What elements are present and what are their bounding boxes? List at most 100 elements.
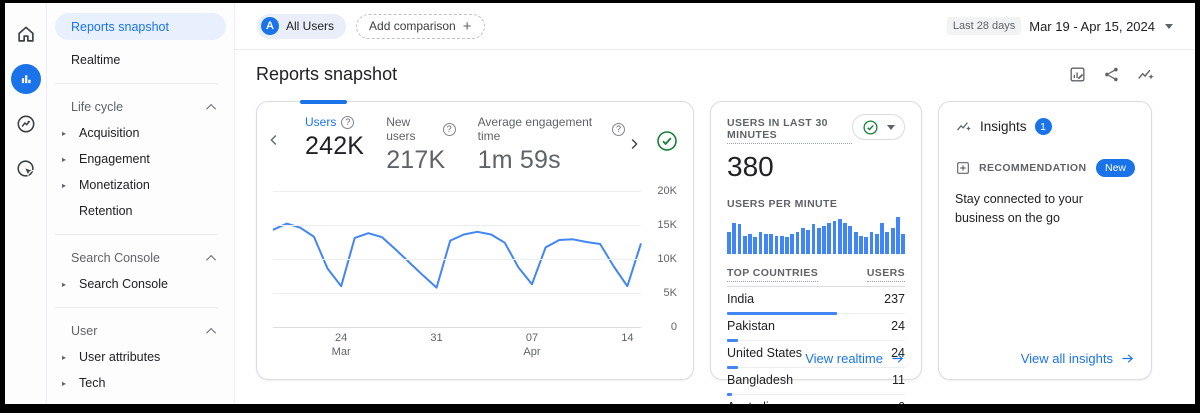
minute-bar[interactable] [901, 234, 905, 254]
minute-bar[interactable] [859, 236, 863, 255]
minute-bar[interactable] [764, 234, 768, 254]
arrow-right-icon [1120, 351, 1135, 366]
minute-bar[interactable] [806, 230, 810, 254]
minute-bar[interactable] [885, 232, 889, 254]
insights-icon [955, 118, 972, 135]
line-chart-xlabels: 24Mar3107Apr14 [273, 332, 641, 362]
home-icon[interactable] [11, 19, 41, 49]
minute-bar[interactable] [817, 228, 821, 254]
minute-bar[interactable] [833, 221, 837, 254]
metric-users[interactable]: Users? 242K [305, 115, 364, 161]
country-name: India [727, 292, 754, 306]
minute-bar[interactable] [775, 236, 779, 255]
minute-bar[interactable] [801, 228, 805, 254]
realtime-status-dropdown[interactable] [852, 114, 905, 140]
view-realtime-link[interactable]: View realtime [805, 351, 905, 366]
x-tick-label: 24Mar [332, 332, 351, 360]
users-per-minute-label: USERS PER MINUTE [727, 198, 905, 210]
minute-bar[interactable] [743, 236, 747, 255]
reports-icon[interactable] [11, 64, 41, 94]
minute-bar[interactable] [880, 223, 884, 254]
sidebar-item-search-console[interactable]: ▸Search Console [47, 271, 234, 297]
recommendation-label: RECOMMENDATION [979, 162, 1086, 174]
sidebar-section-search-console[interactable]: Search Console [47, 245, 234, 271]
minute-bar[interactable] [769, 234, 773, 254]
y-tick-label: 0 [671, 321, 677, 333]
chevron-left-icon[interactable] [265, 131, 283, 149]
country-row: Australia6 [727, 395, 905, 404]
insights-icon[interactable] [1136, 65, 1155, 84]
minute-bar[interactable] [748, 234, 752, 254]
insights-title: Insights [980, 119, 1027, 134]
sidebar-item-tech[interactable]: ▸ Tech [47, 370, 234, 396]
minute-bar[interactable] [848, 226, 852, 254]
explore-icon[interactable] [11, 109, 41, 139]
caret-down-icon [887, 125, 895, 130]
main-area: A All Users Add comparison + Last 28 day… [235, 3, 1195, 404]
sidebar-divider [55, 234, 218, 235]
minute-bar[interactable] [812, 224, 816, 254]
sidebar-item-engagement[interactable]: ▸Engagement [47, 146, 234, 172]
minute-bar[interactable] [780, 236, 784, 255]
date-range-text: Mar 19 - Apr 15, 2024 [1029, 19, 1155, 34]
all-users-chip[interactable]: A All Users [257, 14, 346, 39]
minute-bar[interactable] [864, 237, 868, 254]
top-countries-column: TOP COUNTRIES [727, 267, 818, 282]
sidebar-item-retention[interactable]: Retention [47, 198, 234, 224]
new-badge: New [1096, 159, 1135, 177]
metric-new-users[interactable]: New users? 217K [386, 115, 455, 175]
metric-avg-engagement-time[interactable]: Average engagement time? 1m 59s [478, 115, 625, 175]
add-comparison-button[interactable]: Add comparison + [356, 14, 484, 39]
help-icon[interactable]: ? [612, 123, 625, 136]
insight-body-text[interactable]: Stay connected to your business on the g… [955, 190, 1135, 229]
data-quality-icon[interactable] [655, 129, 679, 158]
x-tick-label: 07Apr [523, 332, 540, 360]
share-icon[interactable] [1102, 65, 1121, 84]
sidebar-item-label: Retention [79, 204, 133, 218]
minute-bar[interactable] [738, 224, 742, 254]
minute-bar[interactable] [896, 217, 900, 254]
minute-bar[interactable] [759, 232, 763, 254]
users-per-minute-bars[interactable] [727, 217, 905, 254]
minute-bar[interactable] [753, 237, 757, 254]
minute-bar[interactable] [875, 234, 879, 254]
sidebar-section-life-cycle[interactable]: Life cycle [47, 94, 234, 120]
content: Reports snapshot [235, 50, 1195, 404]
recommendation-row[interactable]: RECOMMENDATION New [955, 159, 1135, 177]
minute-bar[interactable] [790, 234, 794, 254]
sidebar-item-acquisition[interactable]: ▸Acquisition [47, 120, 234, 146]
top-countries-header: TOP COUNTRIES USERS [727, 267, 905, 287]
date-range-picker[interactable]: Last 28 days Mar 19 - Apr 15, 2024 [947, 17, 1173, 35]
minute-bar[interactable] [870, 232, 874, 254]
sidebar-section-user[interactable]: User [47, 318, 234, 344]
minute-bar[interactable] [796, 232, 800, 254]
sidebar-item-label: Tech [79, 376, 105, 390]
sidebar-item-monetization[interactable]: ▸Monetization [47, 172, 234, 198]
ga4-window: Reports snapshot Realtime Life cycle▸Acq… [0, 0, 1200, 413]
y-tick-label: 5K [664, 287, 677, 299]
minute-bar[interactable] [854, 232, 858, 254]
minute-bar[interactable] [838, 219, 842, 254]
minute-bar[interactable] [827, 223, 831, 254]
minute-bar[interactable] [727, 232, 731, 254]
minute-bar[interactable] [843, 223, 847, 254]
minute-bar[interactable] [891, 228, 895, 254]
minute-bar[interactable] [732, 223, 736, 254]
expand-arrow-icon: ▸ [57, 379, 71, 388]
sidebar-item-user-attributes[interactable]: ▸User attributes [47, 344, 234, 370]
help-icon[interactable]: ? [341, 116, 354, 129]
advertising-icon[interactable] [11, 154, 41, 184]
sidebar-item-reports-snapshot[interactable]: Reports snapshot [55, 13, 226, 40]
sidebar-sections: Life cycle▸Acquisition▸Engagement▸Moneti… [47, 83, 234, 396]
sidebar-item-realtime[interactable]: Realtime [47, 46, 234, 73]
metric-label: Users [305, 115, 336, 129]
help-icon[interactable]: ? [443, 123, 456, 136]
customize-report-icon[interactable] [1068, 65, 1087, 84]
cards-row: Users? 242K New users? 217K Average enga… [256, 101, 1173, 380]
view-all-insights-link[interactable]: View all insights [1021, 351, 1135, 366]
chevron-right-icon[interactable] [625, 135, 643, 153]
metric-value: 1m 59s [478, 146, 625, 175]
minute-bar[interactable] [822, 226, 826, 254]
minute-bar[interactable] [785, 237, 789, 254]
view-all-insights-label: View all insights [1021, 351, 1113, 366]
